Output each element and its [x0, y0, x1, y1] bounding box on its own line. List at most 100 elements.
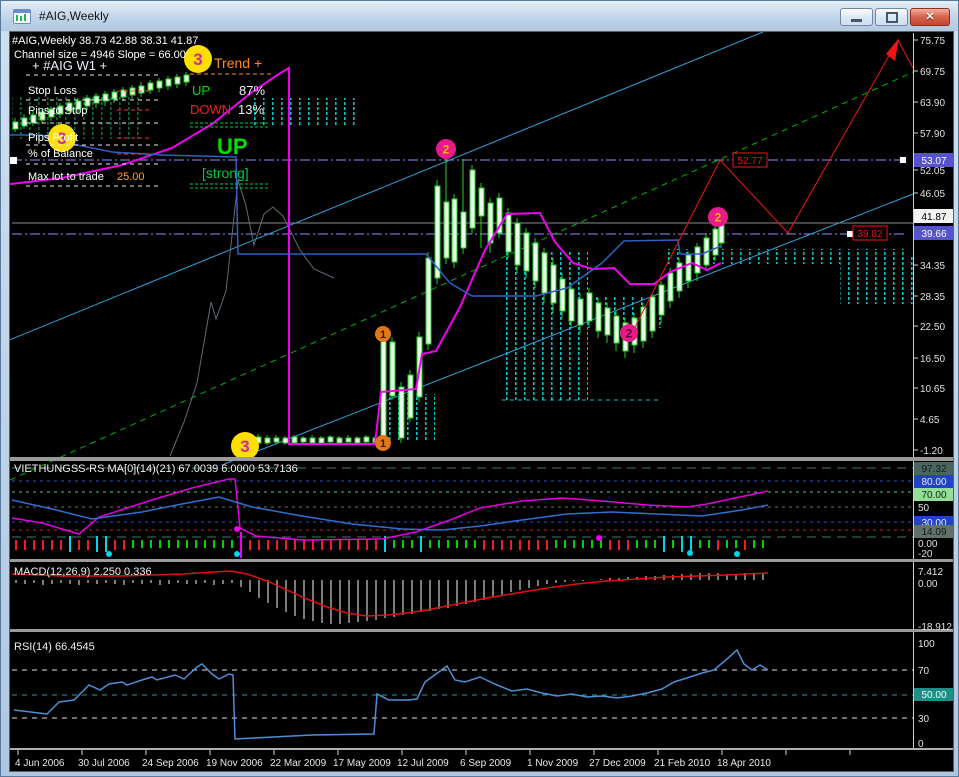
svg-text:52.77: 52.77 [737, 156, 762, 167]
histogram-bar [294, 540, 296, 550]
price-tick: 34.35 [920, 261, 945, 272]
ohlc-info: #AIG,Weekly 38.73 42.88 38.31 41.87 [12, 35, 198, 47]
rs-cyan-dots [687, 550, 693, 556]
histogram-bar [78, 540, 80, 550]
restore-button[interactable] [875, 8, 908, 26]
histogram-bar [591, 540, 593, 548]
histogram-bar [420, 536, 422, 552]
restore-icon [885, 11, 898, 23]
chart-client-area[interactable]: 52.77 39.82 3 3 3 1 1 2 2 2 #AIG,Weekly 38.73 42.8… [1, 31, 954, 772]
level-handle[interactable] [10, 157, 17, 164]
candle-body [451, 198, 458, 263]
histogram-bar [438, 540, 440, 548]
row-max-lot: Max lot to trade [28, 171, 104, 183]
histogram-bar [204, 540, 206, 548]
app-window: #AIG,Weekly ✕ 52.77 39.82 3 3 3 1 1 2 2 2 #AIG,Wee… [0, 0, 959, 777]
rsi-panel-label: RSI(14) 66.4545 [14, 641, 95, 653]
date-label: 24 Sep 2006 [142, 758, 199, 769]
rs-cyan-dots [106, 551, 112, 557]
svg-text:39.66: 39.66 [921, 229, 946, 240]
panel-splitter[interactable] [10, 457, 953, 461]
histogram-bar [69, 536, 71, 552]
candle-body [264, 437, 271, 444]
price-tick: 69.75 [920, 67, 945, 78]
candle-body [667, 272, 674, 302]
histogram-bar [114, 540, 116, 550]
histogram-bar [546, 540, 548, 550]
histogram-bar [663, 536, 665, 552]
candle-body [469, 169, 476, 229]
rs-axis-label: 50 [918, 503, 930, 514]
histogram-bar [474, 540, 476, 548]
histogram-bar [672, 540, 674, 548]
histogram-bar [429, 540, 431, 548]
histogram-bar [276, 540, 278, 550]
trend-state: UP [217, 134, 248, 159]
close-button[interactable]: ✕ [910, 8, 950, 26]
max-lot-value: 25.00 [117, 171, 145, 183]
candle-body [309, 437, 316, 444]
price-tick: -1.20 [920, 446, 943, 457]
candle-body [505, 212, 512, 253]
minimize-icon [851, 19, 862, 22]
date-label: 27 Dec 2009 [589, 758, 646, 769]
rsi-axis-label: 70 [918, 666, 930, 677]
histogram-bar [51, 540, 53, 550]
price-tick: 22.50 [920, 322, 945, 333]
macd-axis-label: 0.00 [918, 579, 938, 590]
histogram-bar [303, 540, 305, 550]
rs-cyan-dots [734, 551, 740, 557]
title-bar[interactable]: #AIG,Weekly ✕ [1, 1, 958, 31]
trend-up-label: UP [192, 83, 210, 98]
panel-splitter[interactable] [10, 559, 953, 562]
histogram-bar [222, 540, 224, 548]
histogram-bar [573, 540, 575, 548]
svg-text:80.00: 80.00 [921, 477, 946, 488]
histogram-bar [456, 540, 458, 548]
histogram-bar [582, 540, 584, 548]
histogram-bar [681, 536, 683, 552]
level-handle[interactable] [847, 231, 853, 237]
level-handle[interactable] [900, 157, 906, 163]
histogram-bar [600, 540, 602, 548]
date-label: 21 Feb 2010 [654, 758, 711, 769]
histogram-bar [42, 540, 44, 550]
histogram-bar [618, 540, 620, 550]
macd-axis-label: 7.412 [918, 567, 943, 578]
candle-body [613, 315, 620, 344]
histogram-bar [528, 540, 530, 550]
candle-body [183, 74, 190, 83]
svg-text:2: 2 [443, 142, 450, 156]
candle-body [640, 306, 647, 342]
minimize-button[interactable] [840, 8, 873, 26]
svg-text:1: 1 [380, 329, 386, 341]
histogram-bar [501, 540, 503, 550]
axis-border [913, 33, 914, 748]
histogram-bar [717, 540, 719, 550]
svg-text:2: 2 [626, 326, 633, 340]
histogram-bar [141, 540, 143, 548]
histogram-bar [96, 536, 98, 552]
svg-text:39.82: 39.82 [857, 229, 882, 240]
histogram-bar [177, 540, 179, 548]
candle-body [514, 222, 521, 266]
histogram-bar [537, 540, 539, 550]
date-label: 4 Jun 2006 [15, 758, 65, 769]
svg-text:70.00: 70.00 [921, 490, 946, 501]
candle-body [300, 437, 307, 443]
chart-canvas[interactable]: 52.7739.8233311222#AIG,Weekly 38.73 42.8… [1, 31, 954, 771]
histogram-bar [735, 540, 737, 548]
candle-body [658, 284, 665, 316]
svg-text:97.32: 97.32 [921, 464, 946, 475]
histogram-bar [402, 540, 404, 548]
histogram-bar [33, 540, 35, 550]
candle-body [478, 187, 485, 217]
histogram-bar [60, 540, 62, 550]
candle-body [363, 436, 370, 443]
panel-splitter[interactable] [10, 629, 953, 632]
candle-body [407, 374, 414, 419]
svg-text:14.09: 14.09 [921, 527, 946, 538]
candle-body [712, 228, 719, 256]
candle-body [604, 307, 611, 336]
candle-body [568, 288, 575, 322]
